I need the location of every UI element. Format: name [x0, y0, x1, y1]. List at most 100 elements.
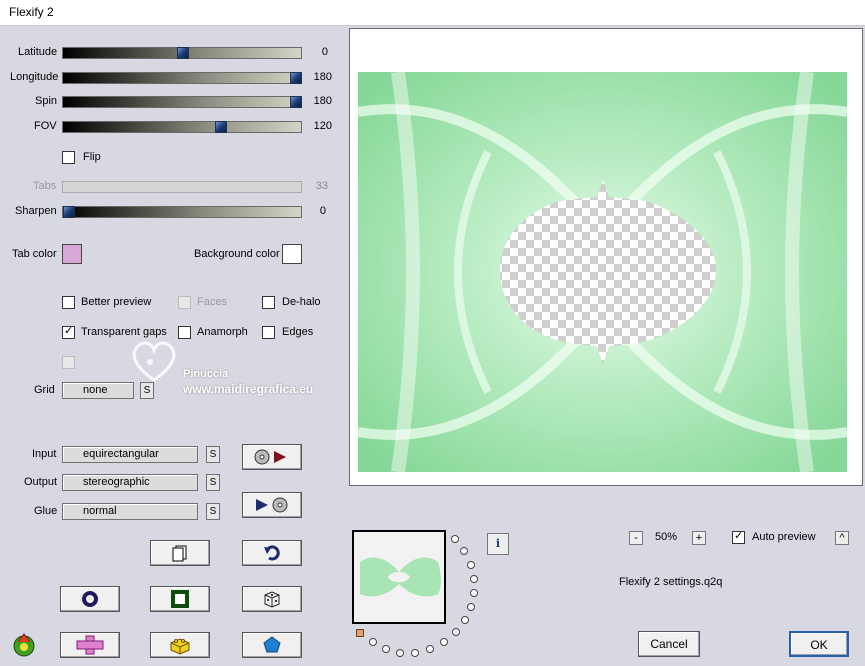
ring-button[interactable]: [60, 586, 120, 612]
fov-thumb[interactable]: [215, 121, 227, 133]
preset-slot[interactable]: [461, 616, 469, 624]
dice-icon: [264, 591, 280, 608]
latitude-thumb[interactable]: [177, 47, 189, 59]
preview-image: [358, 72, 847, 472]
background-color-label: Background color: [194, 248, 280, 260]
sharpen-slider[interactable]: [62, 206, 302, 218]
preset-slot[interactable]: [451, 535, 459, 543]
checkmark-icon: ✓: [64, 325, 74, 337]
preset-slot[interactable]: [452, 628, 460, 636]
cancel-button[interactable]: Cancel: [638, 631, 700, 657]
de-halo-checkbox[interactable]: [262, 296, 275, 309]
swap-input-button[interactable]: [242, 444, 302, 470]
tabs-slider: [62, 181, 302, 193]
faces-label: Faces: [197, 296, 227, 308]
latitude-slider[interactable]: [62, 47, 302, 59]
better-preview-checkbox[interactable]: [62, 296, 75, 309]
ring-icon: [82, 591, 98, 607]
better-preview-label: Better preview: [81, 296, 152, 308]
tabs-value: 33: [315, 180, 328, 192]
preset-slot[interactable]: [396, 649, 404, 657]
input-label: Input: [32, 448, 57, 460]
tab-color-swatch[interactable]: [62, 244, 82, 264]
tabs-label: Tabs: [33, 180, 57, 192]
preset-slot[interactable]: [467, 603, 475, 611]
watermark-name: Pinuccia: [183, 368, 229, 380]
input-shuffle-button[interactable]: S: [206, 446, 220, 463]
preset-slot[interactable]: [369, 638, 377, 646]
disc-to-arrow-icon: [254, 449, 286, 465]
window-title: Flexify 2: [9, 5, 54, 19]
fov-label: FOV: [34, 120, 57, 132]
sharpen-label: Sharpen: [15, 205, 57, 217]
grid-field[interactable]: none: [62, 382, 134, 399]
background-color-swatch[interactable]: [282, 244, 302, 264]
preset-slot[interactable]: [382, 645, 390, 653]
collapse-button[interactable]: ^: [835, 531, 849, 545]
anamorph-label: Anamorph: [197, 326, 248, 338]
output-label: Output: [24, 476, 58, 488]
spin-slider[interactable]: [62, 96, 302, 108]
info-button[interactable]: i: [487, 533, 509, 555]
preview-panel: [349, 28, 863, 486]
spin-label: Spin: [35, 95, 58, 107]
undo-icon: [264, 545, 280, 561]
longitude-label: Longitude: [10, 71, 59, 83]
grid-label: Grid: [34, 384, 55, 396]
preset-slot[interactable]: [460, 547, 468, 555]
sharpen-value[interactable]: 0: [300, 205, 326, 217]
fov-slider[interactable]: [62, 121, 302, 133]
output-field[interactable]: stereographic: [62, 474, 198, 491]
preset-slot-selected[interactable]: [356, 629, 364, 637]
preset-slot[interactable]: [467, 561, 475, 569]
auto-preview-checkbox[interactable]: ✓: [732, 530, 745, 544]
frame-button[interactable]: [150, 586, 210, 612]
cross-button[interactable]: [60, 632, 120, 658]
settings-filename: Flexify 2 settings.q2q: [619, 576, 723, 588]
copy-icon: [172, 545, 187, 562]
input-field[interactable]: equirectangular: [62, 446, 198, 463]
glue-field[interactable]: normal: [62, 503, 198, 520]
longitude-value[interactable]: 180: [306, 71, 332, 83]
watermark-url: www.maidiregrafica.eu: [183, 382, 314, 396]
latitude-value[interactable]: 0: [302, 46, 328, 58]
cube-button[interactable]: [150, 632, 210, 658]
spin-thumb[interactable]: [290, 96, 302, 108]
preset-thumbnail[interactable]: [352, 530, 446, 624]
random-button[interactable]: [242, 586, 302, 612]
flip-checkbox[interactable]: [62, 151, 75, 164]
arrow-to-disc-icon: [256, 497, 288, 513]
spin-value[interactable]: 180: [306, 95, 332, 107]
ok-button[interactable]: OK: [789, 631, 849, 657]
faces-checkbox: [178, 296, 191, 309]
zoom-value: 50%: [655, 531, 678, 543]
edges-label: Edges: [282, 326, 314, 338]
glue-shuffle-button[interactable]: S: [206, 503, 220, 520]
transparent-gaps-checkbox[interactable]: ✓: [62, 325, 75, 339]
zoom-out-button[interactable]: -: [629, 531, 643, 545]
longitude-slider[interactable]: [62, 72, 302, 84]
grid-shuffle-button[interactable]: S: [140, 382, 154, 399]
tab-color-label: Tab color: [12, 248, 57, 260]
undo-button[interactable]: [242, 540, 302, 566]
fov-value[interactable]: 120: [306, 120, 332, 132]
preset-slot[interactable]: [440, 638, 448, 646]
preset-slot[interactable]: [470, 575, 478, 583]
thumbnail-image: [354, 532, 444, 622]
pentagon-button[interactable]: [242, 632, 302, 658]
swap-output-button[interactable]: [242, 492, 302, 518]
preset-slot[interactable]: [411, 649, 419, 657]
preset-slot[interactable]: [470, 589, 478, 597]
pentagon-icon: [263, 636, 281, 653]
glue-label: Glue: [34, 505, 58, 517]
flip-label: Flip: [83, 151, 101, 163]
preset-slot[interactable]: [426, 645, 434, 653]
checkmark-icon: ✓: [734, 530, 744, 542]
output-shuffle-button[interactable]: S: [206, 474, 220, 491]
zoom-in-button[interactable]: +: [692, 531, 706, 545]
de-halo-label: De-halo: [282, 296, 321, 308]
edges-checkbox[interactable]: [262, 326, 275, 339]
copy-button[interactable]: [150, 540, 210, 566]
sharpen-thumb[interactable]: [63, 206, 75, 218]
longitude-thumb[interactable]: [290, 72, 302, 84]
